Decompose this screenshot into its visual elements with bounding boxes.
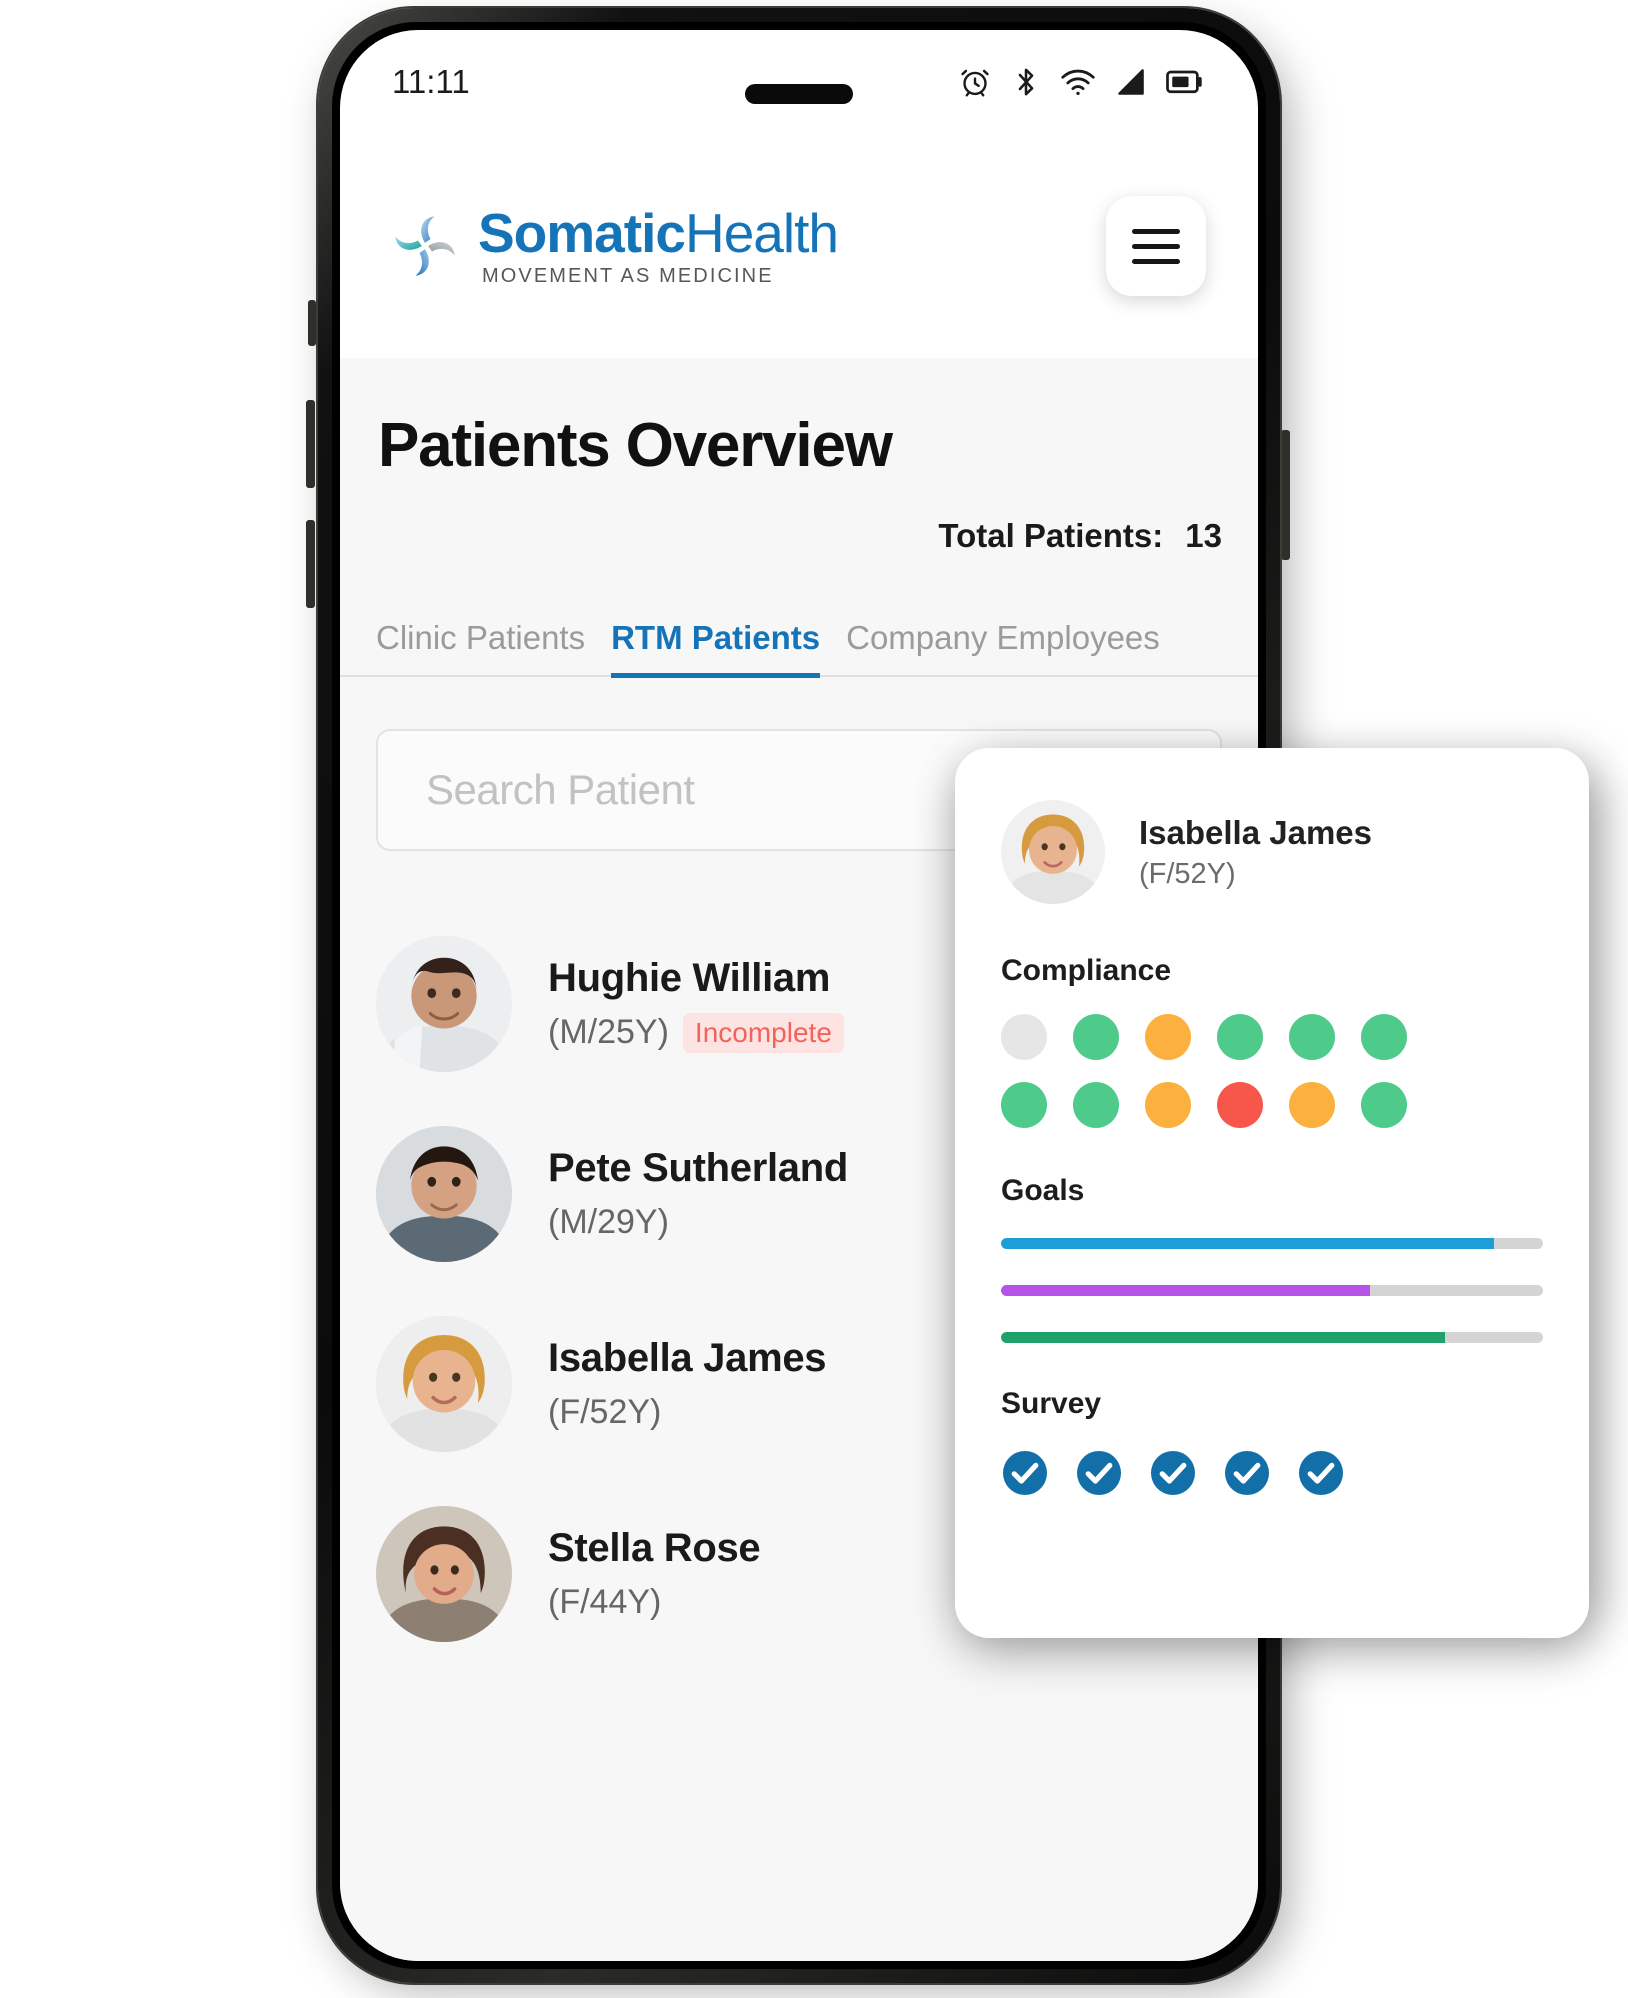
patient-name: Stella Rose [548, 1526, 761, 1570]
goal-progress-bar [1001, 1332, 1543, 1343]
avatar [376, 936, 512, 1072]
page-title: Patients Overview [378, 411, 893, 480]
phone-volume-down-button[interactable] [306, 520, 315, 608]
compliance-dot [1361, 1082, 1407, 1128]
cellular-signal-icon [1115, 67, 1147, 97]
list-item-text: Stella Rose (F/44Y) [548, 1526, 761, 1622]
tab-clinic-patients[interactable]: Clinic Patients [376, 619, 585, 678]
patient-age-gender: (F/44Y) [548, 1583, 662, 1621]
compliance-dot [1361, 1014, 1407, 1060]
status-bar-icons [958, 65, 1204, 99]
patient-subline: (M/29Y) [548, 1203, 848, 1242]
goal-progress-bar [1001, 1285, 1543, 1296]
compliance-dot [1289, 1014, 1335, 1060]
app-logo: SomaticHealth MOVEMENT AS MEDICINE [386, 202, 839, 288]
compliance-dot [1001, 1082, 1047, 1128]
status-badge: Incomplete [682, 1012, 844, 1053]
compliance-dot [1217, 1082, 1263, 1128]
compliance-dots-grid [1001, 1014, 1543, 1128]
compliance-dot [1073, 1014, 1119, 1060]
patient-subline: (M/25Y) Incomplete [548, 1012, 844, 1053]
avatar [376, 1126, 512, 1262]
compliance-dot [1073, 1082, 1119, 1128]
survey-checks [1001, 1449, 1543, 1497]
list-item-text: Pete Sutherland (M/29Y) [548, 1146, 848, 1242]
patient-subline: (F/52Y) [548, 1393, 826, 1432]
tab-rtm-patients[interactable]: RTM Patients [611, 619, 821, 678]
survey-check-icon [1149, 1449, 1197, 1497]
avatar [1001, 800, 1105, 904]
app-header: SomaticHealth MOVEMENT AS MEDICINE [340, 134, 1258, 358]
status-bar: 11:11 [340, 30, 1258, 134]
app-logo-text: SomaticHealth MOVEMENT AS MEDICINE [478, 202, 839, 288]
patient-name: Pete Sutherland [548, 1146, 849, 1190]
goal-progress-fill [1001, 1238, 1495, 1249]
tab-company-employees[interactable]: Company Employees [846, 619, 1160, 678]
logo-word-somatic: Somatic [478, 202, 686, 264]
phone-speaker-notch [745, 84, 853, 104]
compliance-dot [1145, 1014, 1191, 1060]
phone-mute-switch[interactable] [308, 300, 316, 346]
total-patients-value: 13 [1185, 517, 1222, 554]
status-bar-clock: 11:11 [392, 63, 470, 100]
avatar [376, 1316, 512, 1452]
bluetooth-icon [1011, 65, 1041, 99]
detail-patient-age-gender: (F/52Y) [1139, 857, 1236, 890]
total-patients-label: Total Patients: [938, 517, 1164, 554]
survey-check-icon [1297, 1449, 1345, 1497]
patient-name: Isabella James [548, 1336, 827, 1380]
patient-age-gender: (F/52Y) [548, 1393, 662, 1431]
patient-subline: (F/44Y) [548, 1583, 760, 1622]
patient-age-gender: (M/25Y) [548, 1013, 669, 1051]
list-item-text: Hughie William (M/25Y) Incomplete [548, 956, 844, 1053]
somatic-pinwheel-logo-icon [386, 207, 464, 285]
detail-card-identity: Isabella James (F/52Y) [1139, 814, 1372, 891]
battery-icon [1166, 67, 1204, 97]
detail-patient-name: Isabella James [1139, 813, 1372, 851]
survey-check-icon [1223, 1449, 1271, 1497]
wifi-icon [1060, 67, 1096, 97]
compliance-title: Compliance [1001, 954, 1172, 987]
list-item-text: Isabella James (F/52Y) [548, 1336, 827, 1432]
compliance-section: Compliance [1001, 954, 1543, 1128]
screenshot-root: 11:11 SomaticHealth MOVEMENT AS MEDICINE… [0, 0, 1628, 1998]
avatar [376, 1506, 512, 1642]
logo-word-health: Health [684, 202, 839, 264]
survey-title: Survey [1001, 1387, 1102, 1420]
goals-section: Goals [1001, 1174, 1543, 1343]
phone-power-button[interactable] [1281, 430, 1290, 560]
logo-tagline: MOVEMENT AS MEDICINE [482, 265, 774, 287]
goal-progress-fill [1001, 1332, 1446, 1343]
search-input-placeholder: Search Patient [426, 766, 695, 813]
compliance-dot [1217, 1014, 1263, 1060]
goal-progress-bar [1001, 1238, 1543, 1249]
survey-check-icon [1075, 1449, 1123, 1497]
goals-bars [1001, 1238, 1543, 1343]
patient-name: Hughie William [548, 955, 831, 1000]
detail-card-header: Isabella James (F/52Y) [1001, 800, 1543, 904]
phone-volume-up-button[interactable] [306, 400, 315, 488]
patient-tabs: Clinic Patients RTM Patients Company Emp… [340, 619, 1258, 678]
patient-detail-card: Isabella James (F/52Y) Compliance Goals … [955, 748, 1589, 1638]
goal-progress-fill [1001, 1285, 1370, 1296]
compliance-dot [1145, 1082, 1191, 1128]
survey-check-icon [1001, 1449, 1049, 1497]
goals-title: Goals [1001, 1174, 1085, 1207]
compliance-dot [1289, 1082, 1335, 1128]
compliance-dot [1001, 1014, 1047, 1060]
alarm-icon [958, 65, 992, 99]
patient-age-gender: (M/29Y) [548, 1203, 669, 1241]
total-patients-row: Total Patients: 13 [340, 517, 1258, 555]
survey-section: Survey [1001, 1387, 1543, 1497]
hamburger-menu-icon[interactable] [1106, 196, 1206, 296]
